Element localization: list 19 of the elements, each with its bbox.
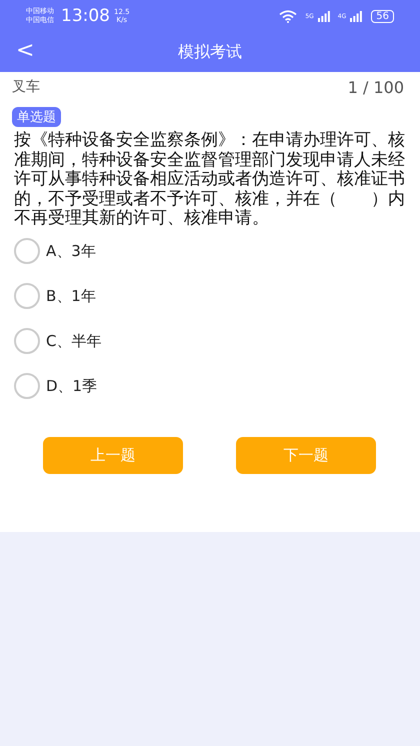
page-title: 模拟考试 <box>178 42 242 62</box>
signal-icon <box>350 10 362 22</box>
signal-icon <box>318 10 330 22</box>
battery-level: 56 <box>371 10 394 22</box>
back-button[interactable]: < <box>10 36 40 65</box>
option-label[interactable]: D、1季 <box>46 376 98 396</box>
option-label[interactable]: C、半年 <box>46 332 102 351</box>
wifi-icon <box>279 10 298 22</box>
option-label[interactable]: B、1年 <box>46 286 96 306</box>
category-label: 叉车 <box>12 78 40 96</box>
radio-button[interactable] <box>14 238 40 264</box>
question-type-tag: 单选题 <box>12 107 61 127</box>
radio-button[interactable] <box>14 328 40 354</box>
question-counter: 1 / 100 <box>348 78 404 96</box>
clock: 13:08 <box>61 6 110 26</box>
option-label[interactable]: A、3年 <box>46 242 96 261</box>
radio-button[interactable] <box>14 373 40 400</box>
question-text: 按《特种设备安全监察条例》：在申请办理许可、核准期间，特种设备安全监督管理部门发现申请人未经许可从事特种设备相应活动或者伪造许可、核准证书的，不予受理或者不予许可、核准，并在（ ）内不再受理其新的许可、核准申请。 <box>14 131 406 229</box>
radio-button[interactable] <box>14 283 40 310</box>
